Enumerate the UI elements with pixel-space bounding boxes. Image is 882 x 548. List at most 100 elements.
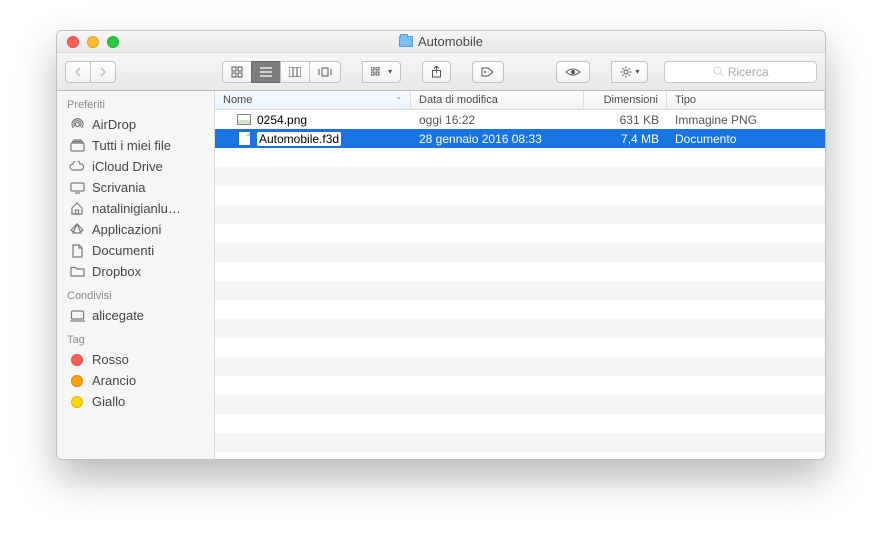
column-header-date[interactable]: Data di modifica [411,91,584,109]
empty-row [215,205,825,224]
empty-row [215,395,825,414]
view-coverflow-button[interactable] [309,61,341,83]
sidebar-section-header[interactable]: Tag [57,326,214,349]
tag-icon [481,67,495,77]
empty-row [215,224,825,243]
document-file-icon [237,132,251,146]
sidebar-item[interactable]: Applicazioni [57,219,214,240]
list-icon [260,67,272,77]
file-name[interactable]: Automobile.f3d [257,132,341,146]
sidebar-section-header[interactable]: Preferiti [57,91,214,114]
window-controls [57,36,119,48]
sidebar-item[interactable]: Dropbox [57,261,214,282]
empty-row [215,338,825,357]
search-placeholder: Ricerca [728,65,769,79]
view-columns-button[interactable] [280,61,310,83]
sidebar-item-label: Arancio [92,373,136,388]
sidebar-section-header[interactable]: Condivisi [57,282,214,305]
sidebar-item[interactable]: Tutti i miei file [57,135,214,156]
chevron-down-icon: ▾ [635,67,639,76]
empty-row [215,357,825,376]
empty-row [215,186,825,205]
forward-button[interactable] [90,61,116,83]
file-kind: Documento [667,132,825,146]
sidebar-item[interactable]: AirDrop [57,114,214,135]
file-row[interactable]: Automobile.f3d28 gennaio 2016 08:337,4 M… [215,129,825,148]
minimize-window-button[interactable] [87,36,99,48]
sidebar-item-label: Rosso [92,352,129,367]
file-size: 631 KB [584,113,667,127]
docs-icon [69,244,85,258]
chevron-right-icon [99,67,107,77]
home-icon [69,202,85,216]
sidebar-item[interactable]: Arancio [57,370,214,391]
sidebar-item[interactable]: natalinigianlu… [57,198,214,219]
sidebar-item[interactable]: alicegate [57,305,214,326]
chevron-left-icon [74,67,82,77]
action-group: ▾ [611,61,648,83]
file-rows[interactable]: 0254.png oggi 16:22631 KBImmagine PNG Auto… [215,110,825,459]
airdrop-icon [69,118,85,132]
empty-row [215,300,825,319]
sidebar-item-label: alicegate [92,308,144,323]
zoom-window-button[interactable] [107,36,119,48]
column-header-name[interactable]: Nome ⌃ [215,91,411,109]
sidebar: PreferitiAirDropTutti i miei fileiCloud … [57,91,215,459]
empty-row [215,262,825,281]
sidebar-item-label: natalinigianlu… [92,201,181,216]
sidebar-item-label: Documenti [92,243,154,258]
sidebar-item-label: Dropbox [92,264,141,279]
tag-icon [69,353,85,367]
share-button[interactable] [422,61,451,83]
sidebar-item[interactable]: Rosso [57,349,214,370]
finder-window: Automobile [56,30,826,460]
empty-row [215,148,825,167]
sidebar-item[interactable]: Documenti [57,240,214,261]
sidebar-item-label: Scrivania [92,180,145,195]
sidebar-item[interactable]: Scrivania [57,177,214,198]
empty-row [215,376,825,395]
tags-button[interactable] [472,61,504,83]
file-name: 0254.png [257,113,307,127]
file-kind: Immagine PNG [667,113,825,127]
share-icon [431,66,442,78]
arrange-icon [371,67,385,77]
nav-group [65,61,116,83]
back-button[interactable] [65,61,91,83]
close-window-button[interactable] [67,36,79,48]
search-icon [713,66,724,77]
file-list-pane: Nome ⌃ Data di modifica Dimensioni Tipo … [215,91,825,459]
sidebar-item[interactable]: iCloud Drive [57,156,214,177]
arrange-button[interactable]: ▾ [362,61,401,83]
empty-row [215,433,825,452]
column-header-kind[interactable]: Tipo [667,91,825,109]
arrange-group: ▾ [362,61,401,83]
column-header-row: Nome ⌃ Data di modifica Dimensioni Tipo [215,91,825,110]
titlebar[interactable]: Automobile [57,31,825,53]
image-file-icon [237,113,251,127]
gear-icon [620,66,632,78]
empty-row [215,167,825,186]
sidebar-item[interactable]: Giallo [57,391,214,412]
chevron-down-icon: ▾ [388,67,392,76]
sort-asc-icon: ⌃ [395,96,402,105]
empty-row [215,281,825,300]
file-date: 28 gennaio 2016 08:33 [411,132,584,146]
folder-icon [399,36,413,47]
quicklook-button[interactable] [556,61,590,83]
toolbar: ▾ ▾ Ricerca [57,53,825,91]
search-field[interactable]: Ricerca [664,61,817,83]
view-list-button[interactable] [251,61,281,83]
sidebar-item-label: Giallo [92,394,125,409]
view-icons-button[interactable] [222,61,252,83]
column-header-size[interactable]: Dimensioni [584,91,667,109]
grid-icon [231,66,243,78]
action-button[interactable]: ▾ [611,61,648,83]
file-row[interactable]: 0254.png oggi 16:22631 KBImmagine PNG [215,110,825,129]
tag-icon [69,395,85,409]
computer-icon [69,309,85,323]
view-mode-group [222,61,341,83]
file-date: oggi 16:22 [411,113,584,127]
coverflow-icon [318,67,332,77]
empty-row [215,414,825,433]
